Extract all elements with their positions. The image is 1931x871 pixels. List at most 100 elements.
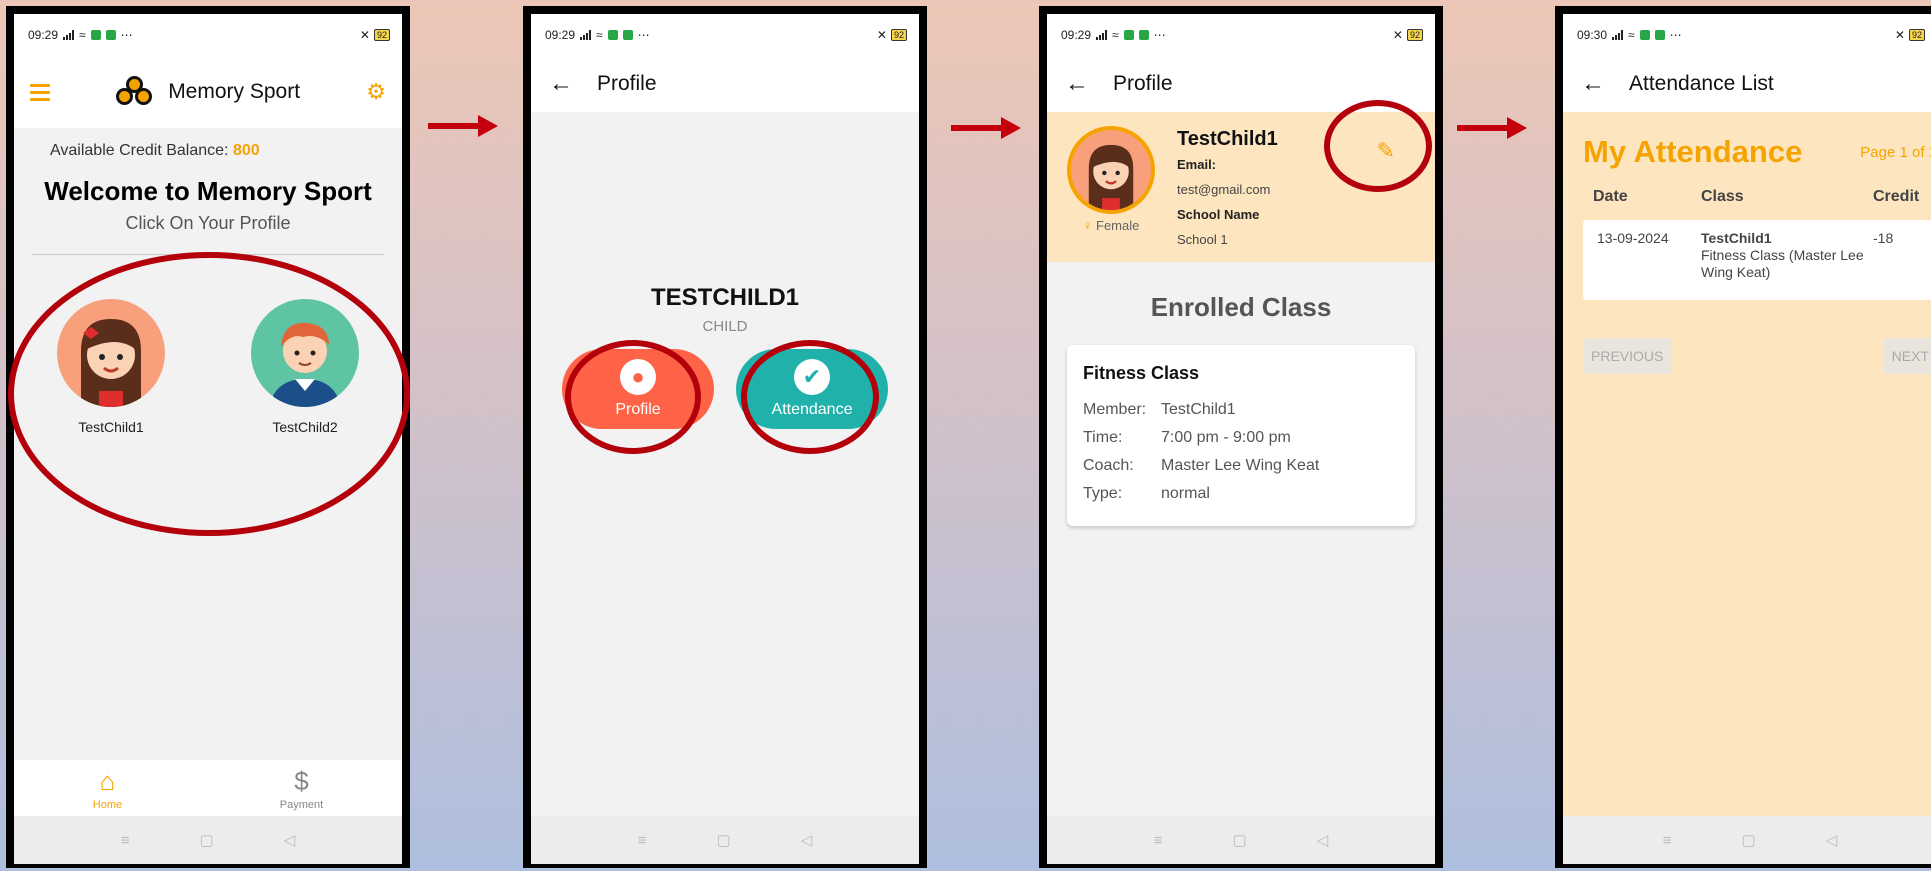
row-class-name: Fitness Class (Master Lee Wing Keat) xyxy=(1701,247,1864,280)
time-value: 7:00 pm - 9:00 pm xyxy=(1161,429,1291,446)
app-title: Memory Sport xyxy=(168,80,301,103)
pagination: PREVIOUS NEXT xyxy=(1583,338,1931,374)
wifi-icon: ≈ xyxy=(1112,28,1119,42)
tab-home-label: Home xyxy=(92,798,123,811)
profile-button[interactable]: ● Profile xyxy=(562,349,714,429)
nav-back-icon[interactable]: ◁ xyxy=(1317,831,1329,849)
child-screen: 09:29 ≈ ⋯ ✕ 92 ← Profile TESTCHILD1 CHIL… xyxy=(531,14,919,864)
row-class: TestChild1 Fitness Class (Master Lee Win… xyxy=(1701,230,1873,290)
gender-label: ♀ Female xyxy=(1083,218,1140,233)
nav-menu-icon[interactable]: ≡ xyxy=(1154,832,1163,849)
credit-value: 800 xyxy=(232,142,260,159)
female-icon: ♀ xyxy=(1082,218,1093,233)
edit-icon[interactable]: ✎ xyxy=(1377,138,1395,164)
profile-name: TestChild2 xyxy=(272,419,338,435)
email-label: Email: xyxy=(1177,157,1217,172)
back-arrow-icon[interactable]: ← xyxy=(549,70,573,98)
status-bar: 09:29 ≈ ⋯ ✕ 92 xyxy=(531,14,919,56)
gender-value: Female xyxy=(1096,218,1140,233)
row-credit: -18 xyxy=(1873,230,1894,246)
girl-avatar-icon[interactable] xyxy=(57,299,165,407)
phone-attendance: 09:30 ≈ ⋯ ✕ 92 ← Attendance List My Atte… xyxy=(1555,6,1931,868)
credit-label: Available Credit Balance: xyxy=(50,142,229,159)
class-type-row: Type: normal xyxy=(1083,480,1399,508)
member-value: TestChild1 xyxy=(1161,401,1236,418)
profile-button-label: Profile xyxy=(615,401,661,418)
row-date: 13-09-2024 xyxy=(1597,230,1669,246)
more-icon: ⋯ xyxy=(120,28,133,42)
divider xyxy=(32,254,384,255)
app-notification-icon xyxy=(1654,30,1665,40)
welcome-heading: Welcome to Memory Sport xyxy=(44,176,372,206)
class-title: Fitness Class xyxy=(1083,363,1200,383)
attendance-heading: My Attendance xyxy=(1583,134,1803,169)
app-notification-icon xyxy=(90,30,101,40)
class-coach-row: Coach: Master Lee Wing Keat xyxy=(1083,452,1399,480)
app-notification-icon xyxy=(105,30,116,40)
girl-avatar-icon[interactable] xyxy=(1067,126,1155,214)
email-value: test@gmail.com xyxy=(1177,182,1271,197)
enrolled-heading: Enrolled Class xyxy=(1150,292,1332,322)
boy-avatar-icon[interactable] xyxy=(251,299,359,407)
profile-header: ♀ Female TestChild1 Email: test@gmail.co… xyxy=(1047,112,1435,262)
profile-card-testchild2[interactable]: TestChild2 xyxy=(251,299,359,435)
status-time: 09:30 xyxy=(1577,28,1608,42)
nav-home-icon[interactable]: ▢ xyxy=(200,831,214,849)
top-app-bar: ← Attendance List xyxy=(1563,56,1931,112)
mute-icon: ✕ xyxy=(876,28,887,42)
more-icon: ⋯ xyxy=(1669,28,1682,42)
top-app-bar: ← Profile xyxy=(531,56,919,112)
attendance-button[interactable]: ✔ Attendance xyxy=(736,349,888,429)
profile-list: TestChild1 TestChild2 xyxy=(14,299,402,435)
status-bar: 09:29 ≈ ⋯ ✕ 92 xyxy=(14,14,402,56)
menu-icon[interactable] xyxy=(30,83,50,101)
phone-home: 09:29 ≈ ⋯ ✕ 92 Memory Sport ⚙ Available … xyxy=(6,6,410,868)
battery-icon: 92 xyxy=(890,29,907,41)
status-time: 09:29 xyxy=(28,28,59,42)
nav-back-icon[interactable]: ◁ xyxy=(284,831,296,849)
profile-card-testchild1[interactable]: TestChild1 xyxy=(57,299,165,435)
wifi-icon: ≈ xyxy=(1628,28,1635,42)
class-member-row: Member: TestChild1 xyxy=(1083,396,1399,424)
previous-button[interactable]: PREVIOUS xyxy=(1583,338,1672,374)
profile-screen: 09:29 ≈ ⋯ ✕ 92 ← Profile ♀ Female TestCh… xyxy=(1047,14,1435,864)
mute-icon: ✕ xyxy=(359,28,370,42)
nav-home-icon[interactable]: ▢ xyxy=(1233,831,1247,849)
person-icon: ● xyxy=(620,359,656,395)
nav-menu-icon[interactable]: ≡ xyxy=(121,832,130,849)
attendance-screen: 09:30 ≈ ⋯ ✕ 92 ← Attendance List My Atte… xyxy=(1563,14,1931,864)
status-bar: 09:29 ≈ ⋯ ✕ 92 xyxy=(1047,14,1435,56)
battery-icon: 92 xyxy=(1406,29,1423,41)
col-date: Date xyxy=(1593,188,1628,205)
gear-icon[interactable]: ⚙ xyxy=(366,79,386,105)
status-time: 09:29 xyxy=(1061,28,1092,42)
wifi-icon: ≈ xyxy=(79,28,86,42)
signal-icon xyxy=(1096,30,1108,40)
system-nav-bar: ≡ ▢ ◁ xyxy=(1047,816,1435,864)
class-time-row: Time: 7:00 pm - 9:00 pm xyxy=(1083,424,1399,452)
top-app-bar: ← Profile xyxy=(1047,56,1435,112)
tab-payment[interactable]: $ Payment xyxy=(280,766,323,811)
back-arrow-icon[interactable]: ← xyxy=(1581,70,1605,98)
back-arrow-icon[interactable]: ← xyxy=(1065,70,1089,98)
class-card[interactable]: Fitness Class Member: TestChild1 Time: 7:0… xyxy=(1067,345,1415,526)
dollar-icon: $ xyxy=(294,765,309,796)
table-row: 13-09-2024 TestChild1 Fitness Class (Mas… xyxy=(1583,220,1931,300)
flow-arrow-3 xyxy=(1457,117,1527,139)
nav-home-icon[interactable]: ▢ xyxy=(1742,831,1756,849)
system-nav-bar: ≡ ▢ ◁ xyxy=(14,816,402,864)
nav-back-icon[interactable]: ◁ xyxy=(1826,831,1838,849)
child-role: CHILD xyxy=(702,318,748,335)
next-button[interactable]: NEXT xyxy=(1883,338,1931,374)
profile-name: TestChild1 xyxy=(78,419,144,435)
nav-menu-icon[interactable]: ≡ xyxy=(1663,832,1672,849)
attendance-panel: My Attendance Page 1 of 1 Date Class Cre… xyxy=(1563,112,1931,816)
nav-home-icon[interactable]: ▢ xyxy=(717,831,731,849)
tab-home[interactable]: ⌂ Home xyxy=(93,766,122,811)
system-nav-bar: ≡ ▢ ◁ xyxy=(1563,816,1931,864)
coach-value: Master Lee Wing Keat xyxy=(1161,457,1320,474)
app-header: Memory Sport ⚙ xyxy=(14,56,402,128)
phone-child-menu: 09:29 ≈ ⋯ ✕ 92 ← Profile TESTCHILD1 CHIL… xyxy=(523,6,927,868)
nav-menu-icon[interactable]: ≡ xyxy=(638,832,647,849)
nav-back-icon[interactable]: ◁ xyxy=(801,831,813,849)
